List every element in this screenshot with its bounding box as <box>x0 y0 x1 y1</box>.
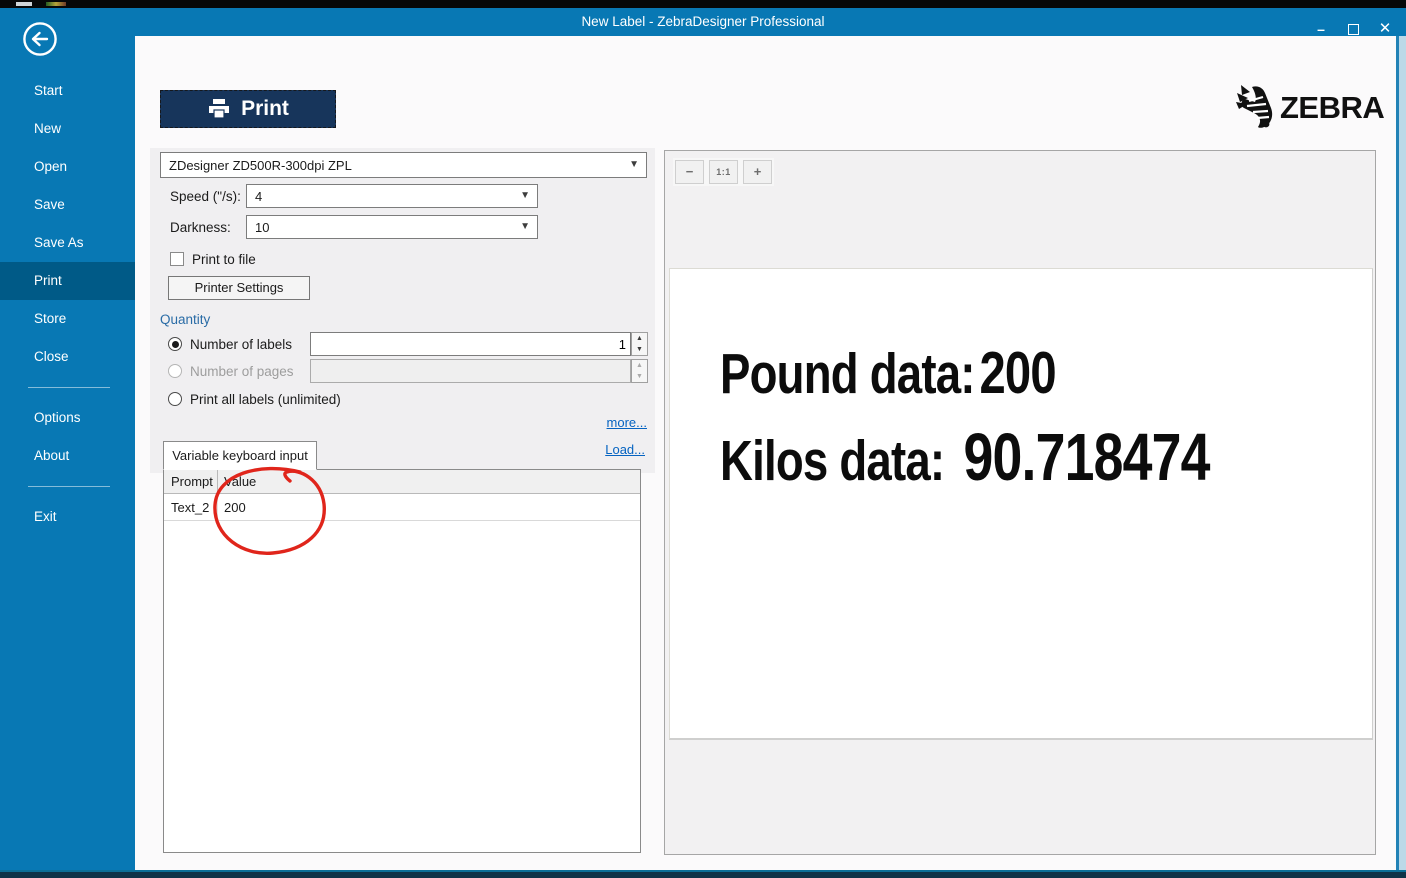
chevron-down-icon: ▼ <box>629 159 639 170</box>
zebra-wordmark: ZEBRA <box>1280 90 1384 126</box>
zoom-out-button[interactable]: − <box>675 160 704 184</box>
more-link[interactable]: more... <box>567 415 647 430</box>
spinner-down-icon[interactable]: ▼ <box>632 344 647 355</box>
spinner-down-icon: ▼ <box>632 371 647 382</box>
zebra-head-icon <box>1235 84 1275 131</box>
window-title: New Label - ZebraDesigner Professional <box>0 14 1406 29</box>
sidebar-nav: Start New Open Save Save As Print Store … <box>0 36 135 536</box>
printer-icon <box>207 98 231 120</box>
kilos-value-text: 90.718474 <box>964 419 1210 496</box>
pound-value-text: 200 <box>979 339 1055 407</box>
printer-select[interactable]: ZDesigner ZD500R-300dpi ZPL ▼ <box>160 152 647 178</box>
zebra-logo: ZEBRA <box>1235 84 1384 131</box>
maximize-icon <box>1348 24 1359 35</box>
sidebar-item-start[interactable]: Start <box>0 72 135 110</box>
sidebar-item-save-as[interactable]: Save As <box>0 224 135 262</box>
darkness-select[interactable]: 10 ▼ <box>246 215 538 239</box>
minimize-icon: – <box>1317 21 1325 37</box>
variable-input-table: Prompt Value Text_2 200 <box>163 469 641 853</box>
labels-count-spinner[interactable]: ▲ ▼ <box>631 332 648 356</box>
close-icon: ✕ <box>1379 20 1392 37</box>
darkness-select-value: 10 <box>255 220 269 235</box>
speed-label: Speed ("/s): <box>170 189 241 204</box>
back-arrow-icon <box>22 21 58 57</box>
speed-select[interactable]: 4 ▼ <box>246 184 538 208</box>
print-button-label: Print <box>241 97 289 121</box>
column-header-value: Value <box>218 470 640 493</box>
spinner-up-icon: ▲ <box>632 360 647 371</box>
pages-count-spinner: ▲ ▼ <box>631 359 648 383</box>
print-all-labels-radio[interactable] <box>168 392 182 406</box>
print-to-file-checkbox[interactable] <box>170 252 184 266</box>
sidebar-divider <box>28 486 110 487</box>
window-border <box>0 872 1406 878</box>
sidebar: Start New Open Save Save As Print Store … <box>0 36 135 872</box>
sidebar-divider <box>28 387 110 388</box>
table-header: Prompt Value <box>164 470 640 494</box>
label-canvas: Pound data: 200 Kilos data: 90.718474 <box>669 268 1373 740</box>
label-preview-panel: − 1:1 + Pound data: 200 Kilos data: 90.7… <box>664 150 1376 855</box>
number-of-pages-input <box>310 359 631 383</box>
pound-field-text: Pound data: <box>720 341 975 407</box>
sidebar-item-open[interactable]: Open <box>0 148 135 186</box>
print-page: Print ZEBRA ZDesigner ZD500R-300dpi ZPL … <box>135 36 1396 872</box>
prompt-cell: Text_2 <box>164 494 218 520</box>
number-of-labels-radio[interactable] <box>168 337 182 351</box>
print-all-labels-label: Print all labels (unlimited) <box>190 392 341 407</box>
load-link[interactable]: Load... <box>565 442 645 457</box>
number-of-labels-input[interactable] <box>310 332 631 356</box>
number-of-pages-label: Number of pages <box>190 364 294 379</box>
sidebar-item-options[interactable]: Options <box>0 399 135 437</box>
zoom-actual-size-button[interactable]: 1:1 <box>709 160 738 184</box>
zoom-in-button[interactable]: + <box>743 160 772 184</box>
spinner-up-icon[interactable]: ▲ <box>632 333 647 344</box>
print-button[interactable]: Print <box>160 90 336 128</box>
column-header-prompt: Prompt <box>164 470 218 493</box>
maximize-button[interactable] <box>1340 18 1366 42</box>
chevron-down-icon: ▼ <box>520 190 530 201</box>
number-of-labels-label: Number of labels <box>190 337 292 352</box>
number-of-pages-radio[interactable] <box>168 364 182 378</box>
quantity-section-title: Quantity <box>160 312 210 327</box>
back-button[interactable] <box>22 21 58 57</box>
tab-variable-keyboard-input[interactable]: Variable keyboard input <box>163 441 317 470</box>
minimize-button[interactable]: – <box>1308 18 1334 42</box>
sidebar-item-new[interactable]: New <box>0 110 135 148</box>
sidebar-item-about[interactable]: About <box>0 437 135 475</box>
darkness-label: Darkness: <box>170 220 231 235</box>
sidebar-item-store[interactable]: Store <box>0 300 135 338</box>
label-line-kilos: Kilos data: 90.718474 <box>720 419 1210 496</box>
sidebar-item-save[interactable]: Save <box>0 186 135 224</box>
printer-select-value: ZDesigner ZD500R-300dpi ZPL <box>169 158 352 173</box>
kilos-field-text: Kilos data: <box>720 428 944 494</box>
desktop-strip <box>0 0 1406 8</box>
chevron-down-icon: ▼ <box>520 221 530 232</box>
close-button[interactable]: ✕ <box>1372 18 1398 42</box>
taskbar-icon-sliver <box>16 2 32 6</box>
value-cell[interactable]: 200 <box>218 494 640 520</box>
titlebar: New Label - ZebraDesigner Professional –… <box>0 8 1406 36</box>
sidebar-item-exit[interactable]: Exit <box>0 498 135 536</box>
taskbar-icon-sliver <box>46 2 66 6</box>
sidebar-item-print[interactable]: Print <box>0 262 135 300</box>
label-line-pound: Pound data: 200 <box>720 339 1056 407</box>
window-border <box>1399 36 1406 878</box>
zoom-toolbar: − 1:1 + <box>673 158 774 186</box>
print-to-file-label: Print to file <box>192 252 256 267</box>
speed-select-value: 4 <box>255 189 262 204</box>
printer-settings-button[interactable]: Printer Settings <box>168 276 310 300</box>
table-row[interactable]: Text_2 200 <box>164 494 640 521</box>
sidebar-item-close[interactable]: Close <box>0 338 135 376</box>
